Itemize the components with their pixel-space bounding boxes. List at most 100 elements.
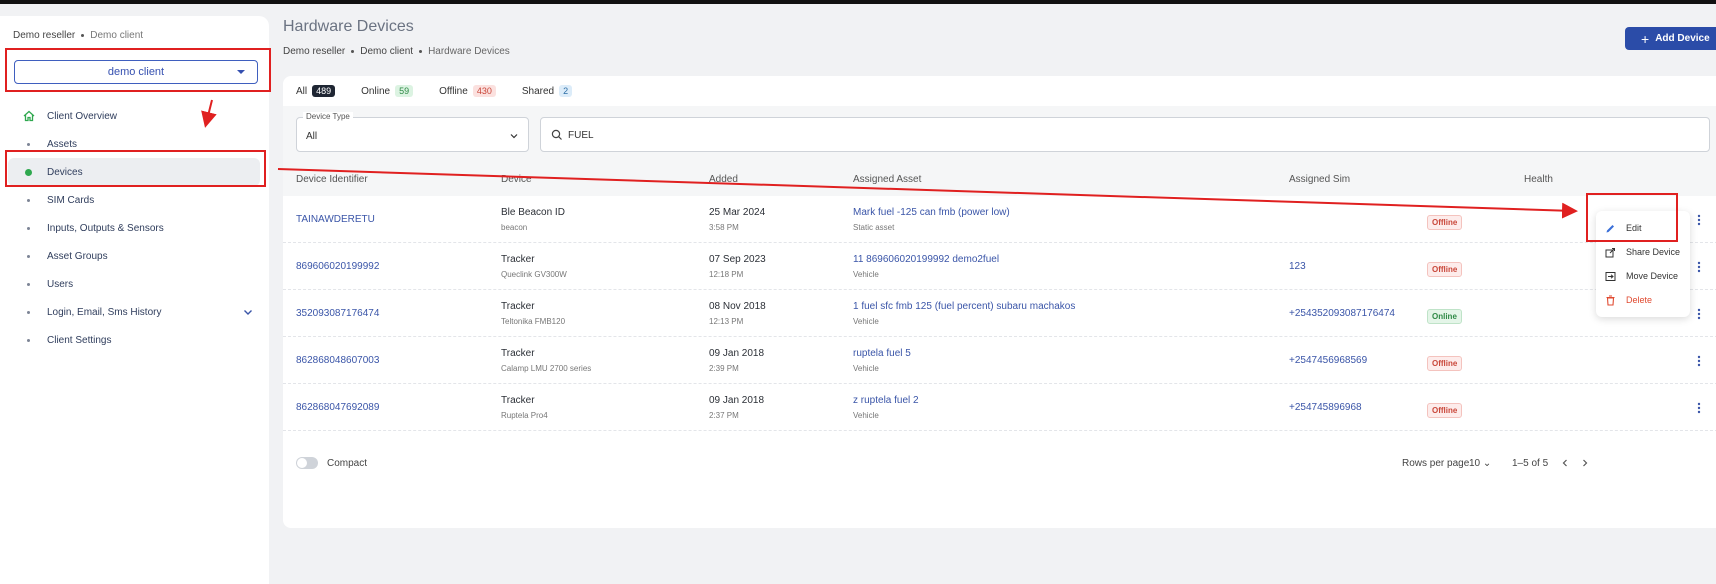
menu-item-label: Move Device <box>1626 271 1679 281</box>
assigned-sim-link[interactable]: +2547456968569 <box>1289 355 1367 366</box>
breadcrumb-separator <box>419 50 423 53</box>
bullet-icon <box>27 199 30 202</box>
asset-type: Vehicle <box>853 270 879 279</box>
device-id-link[interactable]: TAINAWDERETU <box>296 214 375 225</box>
sidebar-item-label: Login, Email, Sms History <box>47 306 162 318</box>
compact-toggle[interactable] <box>296 457 318 469</box>
assigned-asset-link[interactable]: Mark fuel -125 can fmb (power low) <box>853 207 1010 218</box>
sidebar-item-label: Client Overview <box>47 110 118 122</box>
tab-all[interactable]: All 489 <box>296 76 336 108</box>
added-time: 12:18 PM <box>709 270 744 279</box>
assigned-asset-link[interactable]: ruptela fuel 5 <box>853 348 911 359</box>
assigned-sim-link[interactable]: +254745896968 <box>1289 402 1362 413</box>
column-header-device[interactable]: Device <box>501 174 532 185</box>
chevron-right-icon[interactable] <box>1580 458 1590 468</box>
assigned-sim-link[interactable]: +254352093087176474 <box>1289 308 1395 319</box>
menu-item-move-device[interactable]: Move Device <box>1605 268 1678 284</box>
breadcrumb-reseller[interactable]: Demo reseller <box>13 30 75 41</box>
sidebar-item-users[interactable]: Users <box>8 270 260 298</box>
asset-type: Vehicle <box>853 364 879 373</box>
more-options-icon[interactable] <box>1697 261 1701 273</box>
column-header-added[interactable]: Added <box>709 174 738 185</box>
device-model: Queclink GV300W <box>501 270 567 279</box>
menu-item-delete[interactable]: Delete <box>1605 292 1652 308</box>
asset-type: Static asset <box>853 223 895 232</box>
tabs: All 489 Online 59 Offline 430 Shared 2 <box>296 76 573 108</box>
chevron-left-icon[interactable] <box>1560 458 1570 468</box>
sidebar-item-label: Asset Groups <box>47 250 108 262</box>
sidebar-item-asset-groups[interactable]: Asset Groups <box>8 242 260 270</box>
menu-item-share-device[interactable]: Share Device <box>1605 244 1680 260</box>
sidebar-item-sim-cards[interactable]: SIM Cards <box>8 186 260 214</box>
device-id-link[interactable]: 869606020199992 <box>296 261 379 272</box>
device-type-label: Device Type <box>303 112 353 121</box>
assigned-asset-link[interactable]: 1 fuel sfc fmb 125 (fuel percent) subaru… <box>853 301 1075 312</box>
assigned-asset-link[interactable]: 11 869606020199992 demo2fuel <box>853 254 999 265</box>
breadcrumb-client[interactable]: Demo client <box>90 30 143 41</box>
sidebar-item-label: Client Settings <box>47 334 112 346</box>
status-badge: Offline <box>1427 215 1463 230</box>
sidebar-nav: Client Overview Assets Devices SIM Cards… <box>8 102 260 354</box>
added-time: 2:39 PM <box>709 364 739 373</box>
device-name: Tracker <box>501 348 535 359</box>
column-header-assigned-asset[interactable]: Assigned Asset <box>853 174 921 185</box>
device-id-link[interactable]: 352093087176474 <box>296 308 379 319</box>
bullet-icon <box>27 227 30 230</box>
sidebar-item-label: Assets <box>47 138 78 150</box>
device-model: Calamp LMU 2700 series <box>501 364 592 373</box>
tab-count-badge: 2 <box>559 85 573 97</box>
assigned-asset-link[interactable]: z ruptela fuel 2 <box>853 395 919 406</box>
device-model: Teltonika FMB120 <box>501 317 566 326</box>
added-date: 07 Sep 2023 <box>709 254 766 265</box>
more-options-icon[interactable] <box>1697 214 1701 226</box>
plus-icon: + <box>1641 30 1650 47</box>
breadcrumb-separator <box>351 50 355 53</box>
more-options-icon[interactable] <box>1697 355 1701 367</box>
tab-offline[interactable]: Offline 430 <box>439 76 496 106</box>
column-header-assigned-sim[interactable]: Assigned Sim <box>1289 174 1350 185</box>
device-id-link[interactable]: 862868048607003 <box>296 355 379 366</box>
breadcrumb-separator <box>81 34 85 37</box>
rows-per-page-select[interactable]: 10 ⌄ <box>1469 458 1491 469</box>
column-header-health[interactable]: Health <box>1524 174 1553 185</box>
sidebar-item-client-settings[interactable]: Client Settings <box>8 326 260 354</box>
breadcrumb-client[interactable]: Demo client <box>360 46 413 57</box>
added-date: 25 Mar 2024 <box>709 207 766 218</box>
table-row: 862868047692089 Tracker Ruptela Pro4 09 … <box>283 384 1716 431</box>
device-type-select[interactable]: Device Type All <box>296 112 529 152</box>
bullet-icon <box>27 339 30 342</box>
breadcrumb-reseller[interactable]: Demo reseller <box>283 46 345 57</box>
sidebar-item-label: SIM Cards <box>47 194 95 206</box>
table-row: 869606020199992 Tracker Queclink GV300W … <box>283 243 1716 290</box>
device-name: Tracker <box>501 301 535 312</box>
sidebar-item-inputs-outputs-sensors[interactable]: Inputs, Outputs & Sensors <box>8 214 260 242</box>
add-device-button[interactable]: + Add Device <box>1625 27 1716 50</box>
rows-per-page-value: 10 <box>1469 458 1481 469</box>
chevron-down-icon <box>510 134 518 139</box>
tab-label: All <box>296 85 308 97</box>
trash-icon <box>1606 294 1615 306</box>
tab-label: Offline <box>439 85 468 97</box>
device-name: Tracker <box>501 395 535 406</box>
device-model: beacon <box>501 223 528 232</box>
column-header-device-identifier[interactable]: Device Identifier <box>296 174 368 185</box>
sidebar-item-login-history[interactable]: Login, Email, Sms History <box>8 298 260 326</box>
device-name: Tracker <box>501 254 535 265</box>
sidebar-item-client-overview[interactable]: Client Overview <box>8 102 260 130</box>
more-options-icon[interactable] <box>1697 402 1701 414</box>
chevron-down-icon[interactable] <box>242 306 254 318</box>
tab-online[interactable]: Online 59 <box>361 76 414 106</box>
table-row: 352093087176474 Tracker Teltonika FMB120… <box>283 290 1716 337</box>
tab-label: Online <box>361 85 391 97</box>
annotation-box-client-select <box>5 48 271 92</box>
assigned-sim-link[interactable]: 123 <box>1289 261 1306 272</box>
search-input[interactable]: FUEL <box>540 117 1710 152</box>
table-row: 862868048607003 Tracker Calamp LMU 2700 … <box>283 337 1716 384</box>
breadcrumb: Demo reseller Demo client Hardware Devic… <box>283 46 510 57</box>
sidebar-item-label: Users <box>47 278 74 290</box>
device-id-link[interactable]: 862868047692089 <box>296 402 379 413</box>
devices-card: All 489 Online 59 Offline 430 Shared 2 D… <box>283 76 1716 528</box>
search-value: FUEL <box>568 130 594 141</box>
more-options-icon[interactable] <box>1697 308 1701 320</box>
tab-shared[interactable]: Shared 2 <box>522 76 573 106</box>
